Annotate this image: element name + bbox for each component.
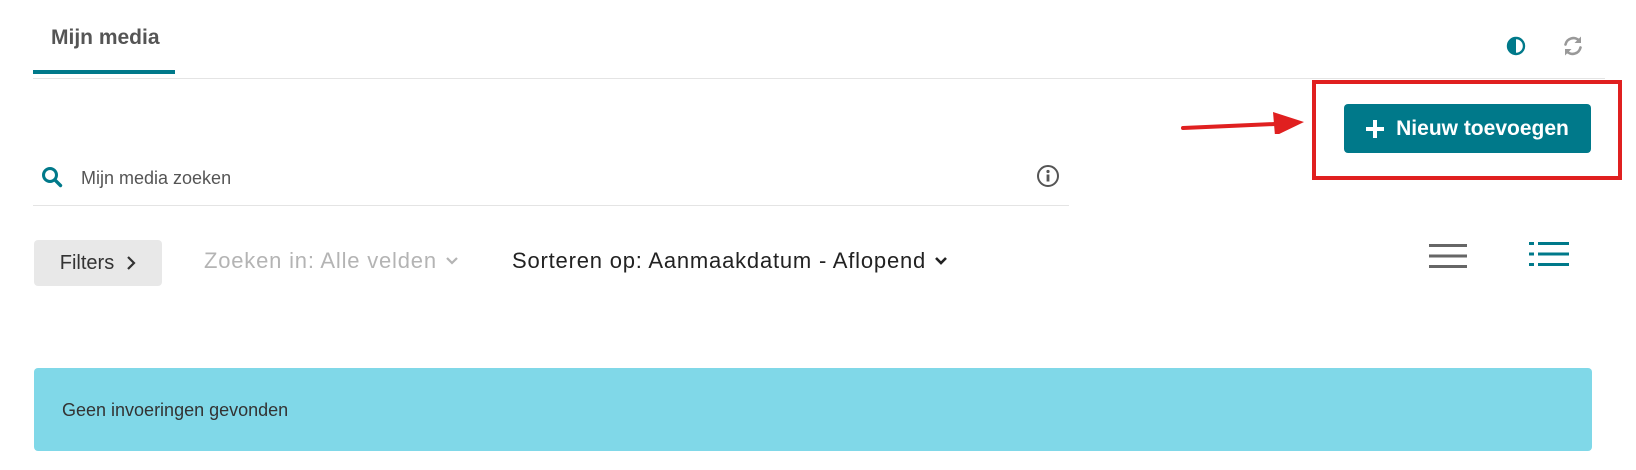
add-new-button-label: Nieuw toevoegen <box>1396 116 1569 140</box>
view-list-button[interactable] <box>1424 236 1472 276</box>
chevron-right-icon <box>127 256 136 270</box>
active-tab-indicator <box>33 70 175 74</box>
hamburger-list-icon <box>1429 244 1467 268</box>
sort-label: Sorteren op: Aanmaakdatum - Aflopend <box>512 248 927 273</box>
bulleted-list-icon <box>1529 242 1569 266</box>
search-bar <box>33 150 1069 206</box>
search-in-dropdown[interactable]: Zoeken in: Alle velden <box>204 248 459 274</box>
annotation-arrow <box>1181 112 1304 134</box>
sort-dropdown[interactable]: Sorteren op: Aanmaakdatum - Aflopend <box>512 248 948 274</box>
header-divider <box>33 78 1605 79</box>
tab-my-media[interactable]: Mijn media <box>33 0 175 76</box>
search-icon <box>42 167 63 188</box>
contrast-icon <box>1506 36 1526 56</box>
chevron-down-icon <box>446 257 458 265</box>
contrast-button[interactable] <box>1499 29 1533 63</box>
view-detailed-button[interactable] <box>1525 234 1573 274</box>
add-new-button[interactable]: Nieuw toevoegen <box>1344 104 1591 153</box>
refresh-icon <box>1564 36 1582 56</box>
empty-state-alert: Geen invoeringen gevonden <box>34 368 1592 451</box>
filters-button-label: Filters <box>59 251 115 274</box>
info-icon[interactable] <box>1036 164 1060 188</box>
chevron-down-icon <box>935 257 947 265</box>
filters-button[interactable]: Filters <box>34 240 162 286</box>
refresh-button[interactable] <box>1556 29 1590 63</box>
search-input[interactable] <box>81 162 1031 194</box>
search-in-label: Zoeken in: Alle velden <box>204 248 437 273</box>
empty-state-message: Geen invoeringen gevonden <box>62 400 289 420</box>
tab-label: Mijn media <box>51 26 160 49</box>
plus-icon <box>1366 119 1385 138</box>
